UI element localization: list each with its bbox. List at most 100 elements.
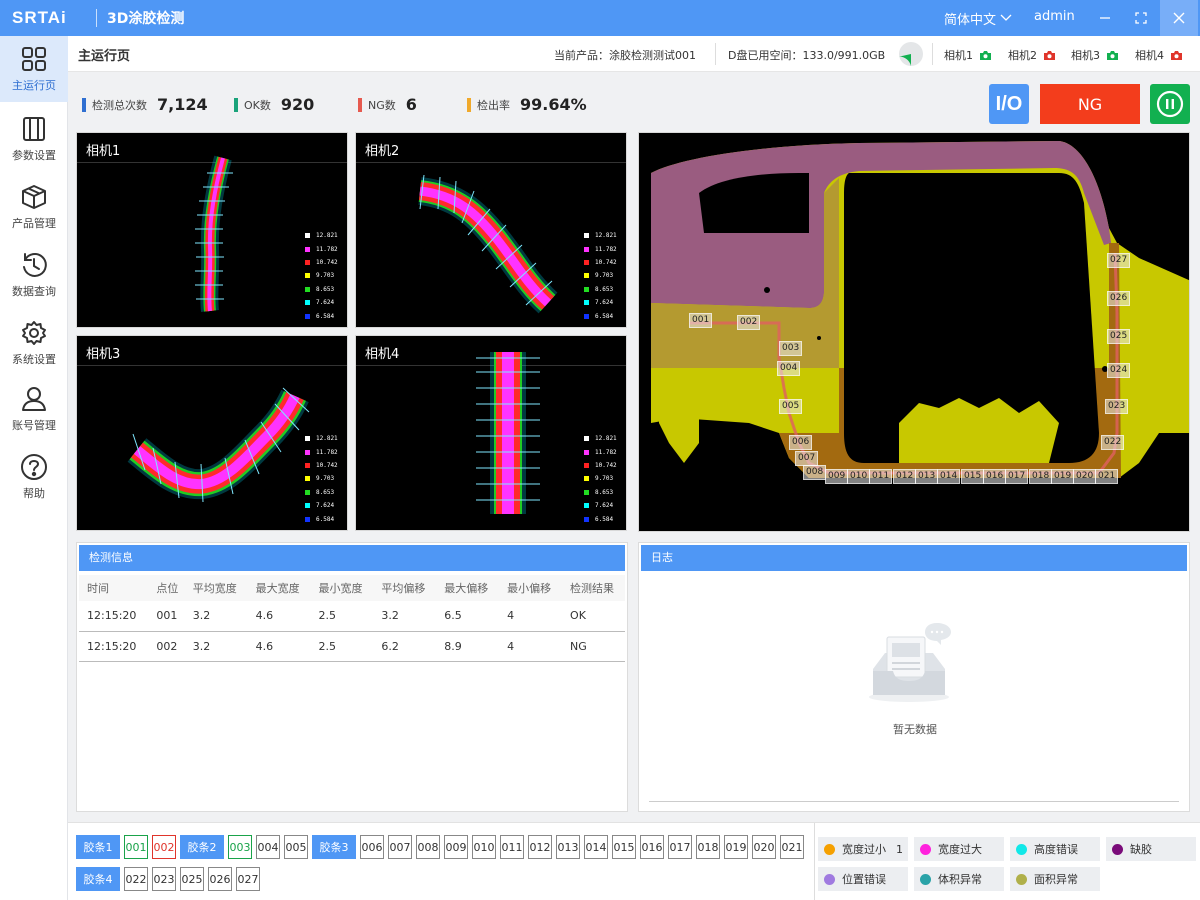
io-button[interactable]: I/O <box>989 84 1029 124</box>
strip-point[interactable]: 015 <box>612 835 636 859</box>
strip-point[interactable]: 027 <box>236 867 260 891</box>
stat-value: 7,124 <box>157 95 208 114</box>
strip-point[interactable]: 013 <box>556 835 580 859</box>
strip-point[interactable]: 022 <box>124 867 148 891</box>
legend-item: 8.653 <box>584 283 617 296</box>
point-label: 013 <box>915 469 939 484</box>
column-header: 检测结果 <box>562 575 625 601</box>
strip-point[interactable]: 017 <box>668 835 692 859</box>
table-row[interactable]: 12:15:20 001 3.2 4.6 2.5 3.2 6.5 4 OK <box>79 601 625 632</box>
strip-point[interactable]: 023 <box>152 867 176 891</box>
nav-item-accounts[interactable]: 账号管理 <box>0 376 68 442</box>
strip-point[interactable]: 006 <box>360 835 384 859</box>
strip-point[interactable]: 008 <box>416 835 440 859</box>
user-name[interactable]: admin <box>1034 9 1075 24</box>
legend-swatch <box>584 503 589 509</box>
point-label: 009 <box>825 469 849 484</box>
minimize-button[interactable] <box>1086 0 1124 36</box>
legend-item: 8.653 <box>305 486 338 499</box>
strip-label[interactable]: 胶条3 <box>312 835 356 859</box>
legend-item: 7.624 <box>305 499 338 512</box>
strip-label[interactable]: 胶条1 <box>76 835 120 859</box>
legend-item: 6.584 <box>584 512 617 525</box>
strip-point[interactable]: 005 <box>284 835 308 859</box>
error-type-item[interactable]: 宽度过大 <box>914 837 1004 861</box>
gear-icon <box>20 319 48 347</box>
legend-item: 7.624 <box>584 499 617 512</box>
error-type-item[interactable]: 面积异常 <box>1010 867 1100 891</box>
error-type-label: 高度错误 <box>1034 843 1078 856</box>
legend-value: 10.742 <box>316 461 338 469</box>
legend-swatch <box>305 246 310 252</box>
strip-point[interactable]: 007 <box>388 835 412 859</box>
table-cell: 4 <box>499 601 563 632</box>
error-type-item[interactable]: 体积异常 <box>914 867 1004 891</box>
strip-point[interactable]: 014 <box>584 835 608 859</box>
panels-icon <box>20 115 48 143</box>
legend-swatch <box>305 286 310 292</box>
legend-item: 12.821 <box>305 229 338 242</box>
pause-button[interactable] <box>1150 84 1190 124</box>
nav-item-help[interactable]: 帮助 <box>0 444 68 510</box>
legend-value: 10.742 <box>595 461 617 469</box>
strip-label[interactable]: 胶条4 <box>76 867 120 891</box>
table-cell: 8.9 <box>436 631 500 662</box>
part-overview-view[interactable]: 001 002 003 004 005 006 007 008 009 010 011 012 013 0… <box>638 132 1190 532</box>
camera-ok-icon <box>980 50 991 60</box>
strip-point[interactable]: 004 <box>256 835 280 859</box>
camera-view-3[interactable]: 相机3 12.821 11.782 10.742 9.703 8.653 7.624 6.5… <box>76 335 348 531</box>
nav-item-params[interactable]: 参数设置 <box>0 106 68 172</box>
nav-item-system[interactable]: 系统设置 <box>0 310 68 376</box>
strip-point[interactable]: 016 <box>640 835 664 859</box>
nav-label: 主运行页 <box>12 79 56 92</box>
camera-view-4[interactable]: 相机4 12.821 11.782 10.742 9.703 8.653 7.624 6.5… <box>355 335 627 531</box>
strip-point[interactable]: 001 <box>124 835 148 859</box>
point-label: 003 <box>779 341 803 356</box>
legend-swatch <box>305 476 310 482</box>
strip-label[interactable]: 胶条2 <box>180 835 224 859</box>
legend-value: 6.584 <box>595 515 614 523</box>
error-type-item[interactable]: 宽度过小 1 <box>818 837 908 861</box>
dashboard-grid-icon <box>20 45 48 73</box>
camera-view-1[interactable]: 相机1 12.821 11.782 10.742 9.703 8.653 7.624 6.5… <box>76 132 348 328</box>
strip-point[interactable]: 003 <box>228 835 252 859</box>
title-bar: SRTAi 3D涂胶检测 简体中文 admin <box>0 0 1200 36</box>
error-type-item[interactable]: 高度错误 <box>1010 837 1100 861</box>
legend-value: 6.584 <box>316 312 335 320</box>
close-button[interactable] <box>1160 0 1198 36</box>
nav-item-products[interactable]: 产品管理 <box>0 174 68 240</box>
point-label: 027 <box>1107 253 1131 268</box>
column-header: 最小偏移 <box>499 575 563 601</box>
point-label: 014 <box>937 469 961 484</box>
strip-point[interactable]: 025 <box>180 867 204 891</box>
nav-item-query[interactable]: 数据查询 <box>0 242 68 308</box>
point-label: 023 <box>1105 399 1129 414</box>
language-select[interactable]: 简体中文 <box>944 9 1012 28</box>
legend-item: 10.742 <box>584 459 617 472</box>
camera-view-2[interactable]: 相机2 12.821 11.782 10.742 9.703 8.653 7.624 6.5… <box>355 132 627 328</box>
table-row[interactable]: 12:15:20 002 3.2 4.6 2.5 6.2 8.9 4 NG <box>79 631 625 662</box>
strip-point[interactable]: 009 <box>444 835 468 859</box>
camera-error-icon <box>1171 50 1182 60</box>
maximize-button[interactable] <box>1122 0 1160 36</box>
strip-point[interactable]: 018 <box>696 835 720 859</box>
column-header: 平均偏移 <box>373 575 437 601</box>
nav-label: 系统设置 <box>12 353 56 366</box>
strip-point[interactable]: 011 <box>500 835 524 859</box>
strip-point[interactable]: 026 <box>208 867 232 891</box>
strip-point[interactable]: 002 <box>152 835 176 859</box>
legend-item: 12.821 <box>305 432 338 445</box>
camera1-status: 相机1 <box>944 47 992 63</box>
empty-inbox-icon <box>865 619 965 712</box>
error-type-item[interactable]: 缺胶 <box>1106 837 1196 861</box>
nav-item-main[interactable]: 主运行页 <box>0 36 68 102</box>
strip-point[interactable]: 021 <box>780 835 804 859</box>
pause-icon <box>1156 90 1184 118</box>
strip-point[interactable]: 010 <box>472 835 496 859</box>
strip-point[interactable]: 020 <box>752 835 776 859</box>
history-icon <box>20 251 48 279</box>
error-type-item[interactable]: 位置错误 <box>818 867 908 891</box>
legend-value: 10.742 <box>595 258 617 266</box>
strip-point[interactable]: 019 <box>724 835 748 859</box>
strip-point[interactable]: 012 <box>528 835 552 859</box>
